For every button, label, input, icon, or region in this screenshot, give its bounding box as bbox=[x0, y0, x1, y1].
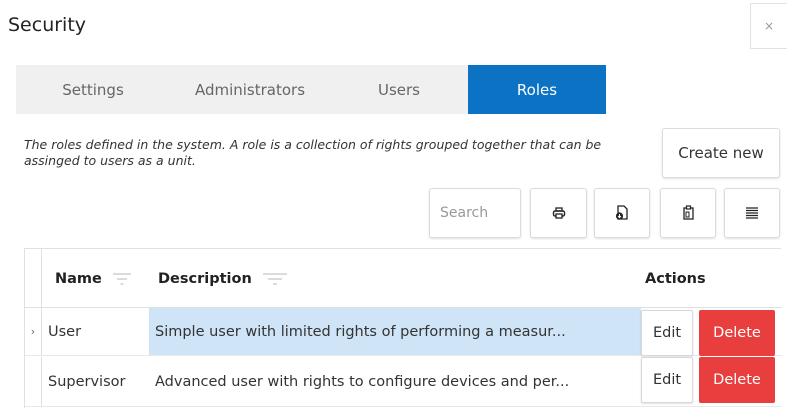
tab-roles[interactable]: Roles bbox=[468, 65, 606, 114]
filter-icon[interactable] bbox=[262, 272, 288, 286]
role-name-cell: Supervisor bbox=[48, 373, 126, 390]
create-new-button[interactable]: Create new bbox=[662, 128, 780, 178]
expander-header-cell bbox=[25, 249, 42, 307]
roles-description: The roles defined in the system. A role … bbox=[24, 137, 602, 168]
column-header-name[interactable]: Name bbox=[55, 249, 132, 308]
close-button[interactable]: × bbox=[750, 3, 787, 49]
delete-button[interactable]: Delete bbox=[699, 310, 775, 356]
export-icon bbox=[615, 205, 628, 220]
row-expander-icon[interactable] bbox=[25, 357, 42, 406]
edit-button[interactable]: Edit bbox=[641, 310, 693, 356]
export-button[interactable] bbox=[594, 188, 650, 238]
role-name-cell: User bbox=[48, 323, 82, 340]
tab-settings[interactable]: Settings bbox=[16, 65, 170, 114]
search-input[interactable]: Search bbox=[429, 188, 521, 238]
role-description-cell: Advanced user with rights to configure d… bbox=[155, 373, 570, 390]
column-header-name-label: Name bbox=[55, 270, 102, 287]
columns-icon bbox=[746, 207, 758, 219]
tab-administrators[interactable]: Administrators bbox=[170, 65, 330, 114]
copy-icon bbox=[682, 205, 694, 220]
grid-header-row: Name Description Actions bbox=[25, 249, 782, 308]
close-icon: × bbox=[763, 19, 775, 33]
edit-button[interactable]: Edit bbox=[641, 357, 693, 403]
roles-grid: Name Description Actions › User Simple u… bbox=[24, 248, 782, 408]
tab-users[interactable]: Users bbox=[330, 65, 468, 114]
search-placeholder: Search bbox=[440, 205, 489, 221]
filter-icon[interactable] bbox=[112, 272, 132, 286]
column-header-actions: Actions bbox=[645, 270, 706, 287]
column-header-description-label: Description bbox=[158, 270, 252, 287]
tab-bar: Settings Administrators Users Roles bbox=[16, 65, 606, 114]
column-header-description[interactable]: Description bbox=[158, 249, 288, 308]
table-row[interactable]: Supervisor Advanced user with rights to … bbox=[25, 357, 782, 407]
table-row[interactable]: › User Simple user with limited rights o… bbox=[25, 308, 782, 356]
column-chooser-button[interactable] bbox=[724, 188, 780, 238]
row-expander-icon[interactable]: › bbox=[25, 308, 42, 355]
copy-button[interactable] bbox=[660, 188, 716, 238]
print-button[interactable] bbox=[530, 188, 587, 238]
role-description-cell: Simple user with limited rights of perfo… bbox=[149, 308, 641, 355]
delete-button[interactable]: Delete bbox=[699, 357, 775, 403]
page-title: Security bbox=[8, 14, 87, 36]
print-icon bbox=[552, 207, 565, 219]
